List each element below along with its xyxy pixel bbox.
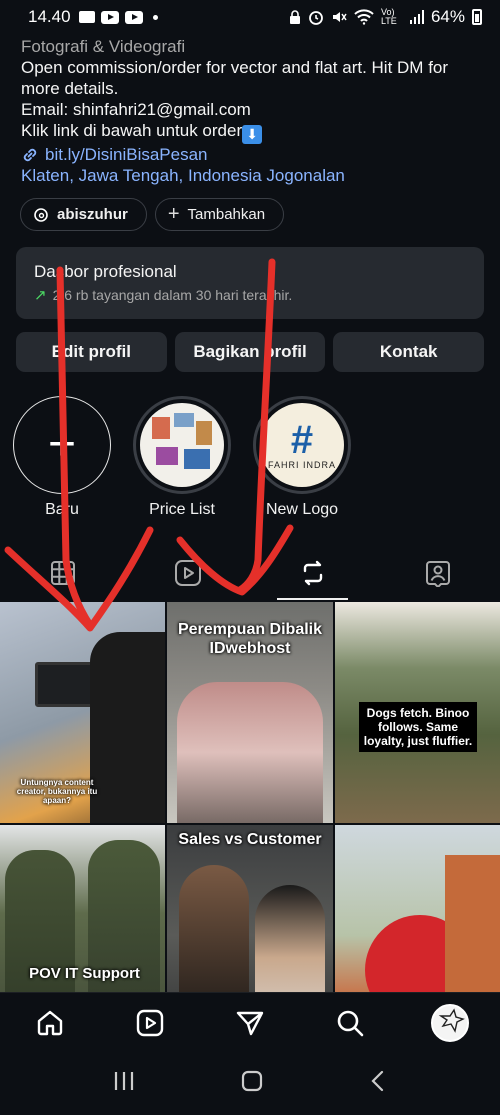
bio-email: Email: shinfahri21@gmail.com (21, 100, 251, 119)
grid-post[interactable]: Perempuan Dibalik IDwebhost (167, 602, 333, 823)
post-title: POV IT Support (29, 965, 140, 982)
order-text: Klik link di bawah untuk order (21, 121, 243, 140)
logo-wordmark: FAHRI INDRA (267, 460, 336, 470)
bio-line: Open commission/order for vector and fla… (21, 58, 449, 98)
reels-icon (174, 559, 201, 586)
repost-icon (303, 560, 322, 585)
highlight-label: Price List (149, 501, 215, 518)
network-label: Vo) LTE (380, 7, 397, 26)
notification-icons (78, 10, 158, 24)
dashboard-subtitle-row: ↗ 2,6 rb tayangan dalam 30 hari terakhir… (34, 286, 466, 304)
alarm-icon (309, 11, 323, 25)
signal-icon (409, 10, 424, 24)
tab-posts-grid[interactable] (0, 545, 125, 600)
highlight-new[interactable]: + Baru (13, 396, 111, 519)
nav-home[interactable] (25, 998, 75, 1048)
post-caption: Untungnya content creator, bukannya itu … (16, 778, 98, 805)
status-bar: 14.40 Vo) LTE 64% (0, 0, 500, 34)
edit-profile-button[interactable]: Edit profil (16, 332, 167, 372)
highlight-ring[interactable]: # FAHRI INDRA (253, 396, 351, 494)
profile-bio: Fotografi & Videografi Open commission/o… (21, 36, 491, 186)
back-chevron-icon (371, 1070, 384, 1092)
nav-messages[interactable] (225, 998, 275, 1048)
dashboard-title: Dasbor profesional (34, 262, 177, 281)
home-square-icon (241, 1070, 263, 1092)
post-caption: Dogs fetch. Binoo follows. Same loyalty,… (359, 702, 477, 752)
gallery-icon (78, 11, 95, 23)
wifi-icon (354, 9, 374, 25)
dashboard-subtitle: 2,6 rb tayangan dalam 30 hari terakhir. (52, 287, 293, 303)
profile-content-tabs (0, 545, 500, 600)
contact-button[interactable]: Kontak (333, 332, 485, 372)
avatar[interactable] (431, 1003, 469, 1042)
reels-icon (136, 1009, 164, 1036)
nav-search[interactable] (325, 998, 375, 1048)
tagged-user-icon (425, 560, 450, 587)
profile-actions: Edit profil Bagikan profil Kontak (16, 332, 485, 372)
more-notifications-icon (152, 14, 158, 20)
new-logo-thumbnail: # FAHRI INDRA (260, 403, 344, 487)
bio-order-text: Klik link di bawah untuk order ⬇ (21, 120, 491, 144)
post-title: Sales vs Customer (178, 831, 322, 848)
bio-link[interactable]: bit.ly/DisiniBisaPesan (21, 144, 491, 165)
grid-post[interactable]: Dogs fetch. Binoo follows. Same loyalty,… (335, 602, 500, 823)
plus-icon: + (47, 418, 77, 471)
youtube-icon (100, 10, 119, 24)
profile-chips: abiszuhur + Tambahkan (20, 198, 285, 231)
tab-tagged[interactable] (375, 545, 500, 600)
link-icon (23, 148, 37, 161)
grid-icon (50, 560, 75, 585)
send-icon (236, 1011, 264, 1035)
nav-profile[interactable] (425, 998, 475, 1048)
hash-logo-icon: # (290, 418, 314, 462)
nav-reels[interactable] (125, 998, 175, 1048)
profile-avatar-sketch-icon (438, 1007, 465, 1033)
tab-reposts[interactable] (250, 545, 375, 600)
system-navigation-bar (0, 1052, 500, 1115)
trend-up-icon: ↗ (34, 287, 47, 304)
mute-icon (332, 12, 347, 22)
home-button[interactable] (240, 1069, 264, 1098)
home-icon (37, 1010, 63, 1035)
bio-link-text[interactable]: bit.ly/DisiniBisaPesan (45, 144, 208, 165)
post-title: Perempuan Dibalik IDwebhost (177, 621, 323, 657)
highlight-label: New Logo (265, 501, 339, 518)
highlight-price-list[interactable]: Price List (133, 396, 231, 519)
posts-grid: Untungnya content creator, bukannya itu … (0, 602, 500, 1046)
share-profile-button[interactable]: Bagikan profil (174, 332, 326, 372)
grid-post[interactable]: Untungnya content creator, bukannya itu … (0, 602, 165, 823)
lock-icon (289, 9, 300, 24)
system-status: Vo) LTE 64% (289, 7, 482, 27)
youtube-icon-2 (124, 10, 143, 24)
profile-category: Fotografi & Videografi (21, 37, 186, 56)
back-button[interactable] (368, 1069, 388, 1098)
price-list-thumbnail (140, 403, 224, 487)
story-highlights: + Baru Price List # FAHRI INDRA New Logo (13, 396, 351, 519)
battery-icon (472, 9, 482, 25)
group-photo-graphic (177, 682, 323, 823)
tab-reels[interactable] (125, 545, 250, 600)
professional-dashboard-card[interactable]: Dasbor profesional ↗ 2,6 rb tayangan dal… (16, 247, 484, 319)
battery-level: 64% (430, 7, 465, 26)
new-highlight-ring[interactable]: + (13, 396, 111, 494)
bottom-navigation (0, 992, 500, 1052)
threads-chip[interactable]: abiszuhur (20, 198, 147, 231)
threads-icon (34, 207, 48, 222)
recent-apps-icon (114, 1072, 134, 1090)
add-link-chip[interactable]: + Tambahkan (154, 198, 285, 231)
search-icon (337, 1010, 364, 1036)
plus-icon: + (167, 203, 180, 225)
bio-location[interactable]: Klaten, Jawa Tengah, Indonesia Jogonalan (21, 165, 491, 186)
highlight-label: Baru (45, 501, 79, 518)
threads-handle: abiszuhur (57, 206, 128, 223)
down-arrow-emoji-icon: ⬇ (242, 125, 263, 144)
add-label: Tambahkan (187, 206, 266, 223)
highlight-new-logo[interactable]: # FAHRI INDRA New Logo (253, 396, 351, 519)
highlight-ring[interactable] (133, 396, 231, 494)
recent-apps-button[interactable] (112, 1070, 136, 1097)
status-time: 14.40 (28, 7, 71, 26)
